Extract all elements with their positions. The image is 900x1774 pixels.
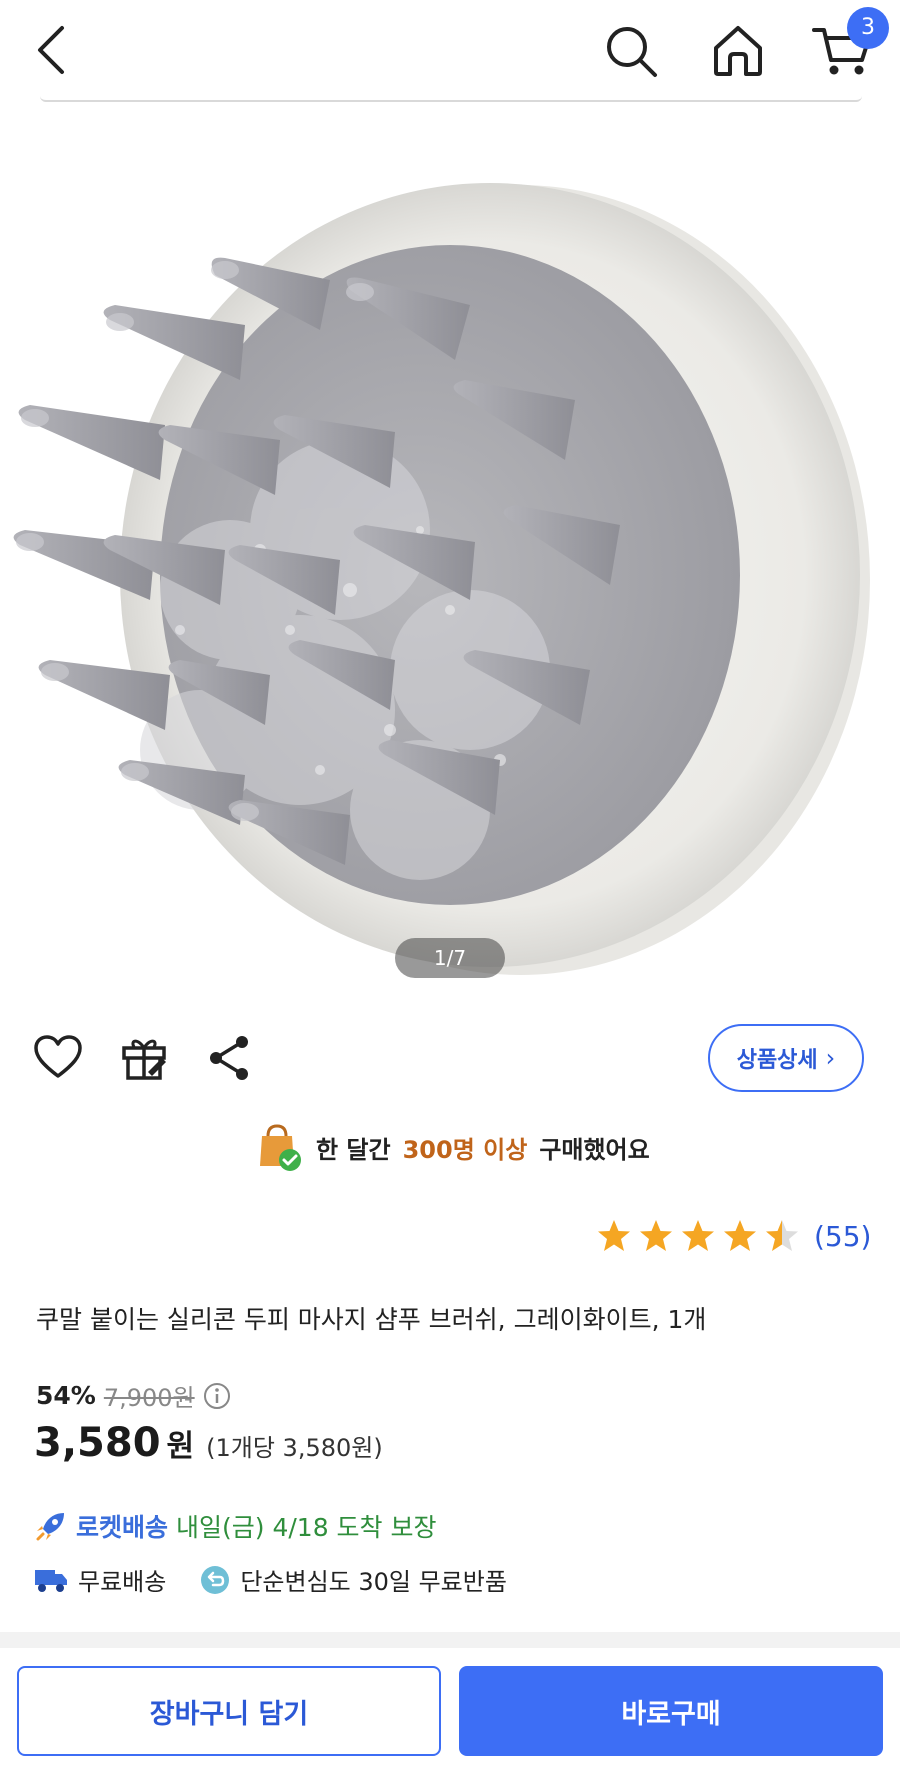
header-divider [40, 96, 862, 102]
top-app-bar [0, 0, 900, 100]
heart-icon[interactable] [32, 1032, 84, 1084]
free-shipping: 무료배송 [78, 1568, 167, 1596]
purchase-suffix: 구매했어요 [539, 1135, 650, 1164]
rocket-delivery-label: 로켓배송 [76, 1513, 169, 1542]
half-star-icon [766, 1220, 798, 1251]
image-counter: 1/7 [395, 938, 505, 978]
cart-count-badge: 3 [847, 7, 889, 49]
truck-icon [35, 1569, 67, 1592]
chevron-left-icon[interactable] [30, 22, 74, 78]
star-icon [724, 1220, 756, 1251]
discount-row: 54% 7,900원 [36, 1378, 231, 1413]
price-row: 3,580 원 (1개당 3,580원) [34, 1420, 383, 1466]
add-to-cart-button[interactable]: 장바구니 담기 [17, 1666, 441, 1756]
rocket-icon [36, 1513, 64, 1541]
shipping-row: 무료배송 단순변심도 30일 무료반품 [34, 1562, 507, 1597]
unit-price: (1개당 3,580원) [206, 1434, 383, 1462]
info-icon[interactable] [203, 1382, 231, 1410]
purchase-highlight: 300명 이상 [402, 1135, 528, 1164]
product-title: 쿠말 붙이는 실리콘 두피 마사지 샴푸 브러쉬, 그레이화이트, 1개 [36, 1305, 707, 1334]
star-icon [598, 1220, 630, 1251]
free-return: 단순변심도 30일 무료반품 [240, 1568, 507, 1596]
review-count[interactable]: (55) [814, 1220, 871, 1253]
currency: 원 [166, 1429, 195, 1464]
product-detail-button[interactable]: 상품상세 › [708, 1024, 864, 1092]
star-icon [640, 1220, 672, 1251]
share-icon[interactable] [204, 1032, 256, 1084]
sale-price: 3,580 [34, 1420, 161, 1466]
home-icon[interactable] [710, 20, 766, 80]
section-divider [0, 1632, 900, 1648]
product-detail-label: 상품상세 [736, 1048, 818, 1073]
arrival-guarantee: 내일(금) 4/18 도착 보장 [176, 1513, 437, 1542]
buy-now-button[interactable]: 바로구매 [459, 1666, 883, 1756]
shopping-bag-icon [260, 1124, 301, 1171]
original-price: 7,900원 [103, 1384, 195, 1412]
rating[interactable]: (55) [596, 1218, 871, 1254]
star-icon [682, 1220, 714, 1251]
purchase-prefix: 한 달간 [316, 1135, 391, 1164]
search-icon[interactable] [603, 20, 659, 80]
rocket-delivery-row: 로켓배송 내일(금) 4/18 도착 보장 [34, 1508, 437, 1544]
chevron-right-icon: › [825, 1044, 836, 1072]
purchase-count-banner: 한 달간 300명 이상 구매했어요 [256, 1122, 650, 1172]
gift-icon[interactable] [118, 1032, 170, 1084]
discount-rate: 54% [36, 1381, 96, 1410]
return-icon [201, 1565, 230, 1594]
product-image[interactable] [0, 110, 900, 1010]
